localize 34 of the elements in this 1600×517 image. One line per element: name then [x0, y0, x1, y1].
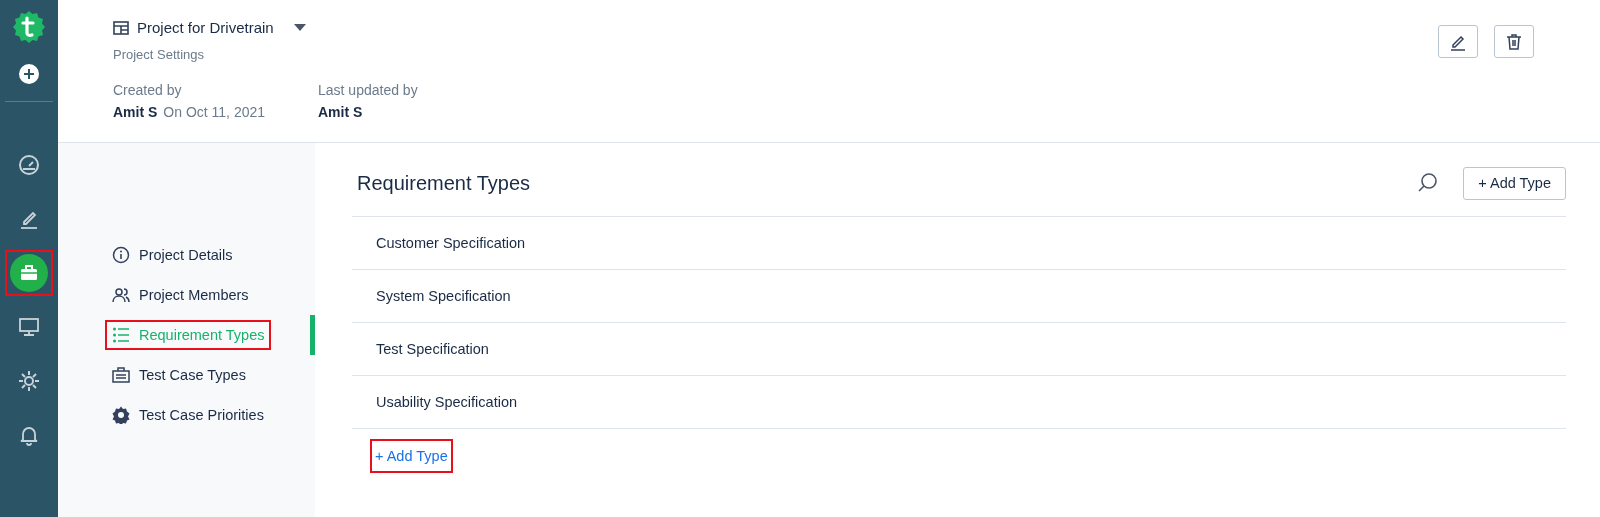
meta-label: Created by: [113, 82, 183, 98]
user-name: Amit S: [113, 104, 158, 120]
section-title: Requirement Types: [357, 171, 532, 195]
bell-icon: [18, 424, 40, 446]
user-name: Amit S: [318, 104, 363, 120]
delete-button[interactable]: [1494, 25, 1534, 58]
edit-button[interactable]: [1438, 25, 1478, 58]
requirement-type-name[interactable]: System Specification: [376, 288, 511, 304]
board-icon: [113, 20, 129, 35]
settings-nav-item[interactable]: Test Case Types: [105, 360, 253, 390]
requirement-type-name[interactable]: Customer Specification: [376, 235, 526, 251]
settings-nav-item[interactable]: Project Details: [105, 240, 240, 270]
page-subtitle: Project Settings: [113, 47, 206, 62]
date-text: On Oct 11, 2021: [163, 104, 266, 120]
people-icon: [112, 286, 130, 304]
search-icon[interactable]: [1416, 172, 1439, 194]
requirement-type-name[interactable]: Usability Specification: [376, 394, 518, 410]
settings-nav-item[interactable]: Project Members: [105, 280, 256, 310]
briefcase-icon: [112, 366, 130, 384]
info-icon: [112, 246, 130, 264]
active-indicator: [310, 315, 315, 355]
settings-nav-item[interactable]: Test Case Priorities: [105, 400, 271, 430]
meta-label: Last updated by: [318, 82, 419, 98]
trash-icon: [1505, 32, 1523, 51]
monitor-icon: [18, 316, 40, 338]
project-name[interactable]: Project for Drivetrain: [137, 19, 274, 36]
add-type-button[interactable]: + Add Type: [1463, 166, 1566, 200]
list-icon: [112, 326, 130, 344]
caret-icon[interactable]: [293, 24, 306, 31]
requirement-type-name[interactable]: Test Specification: [376, 341, 489, 357]
add-icon[interactable]: [19, 64, 39, 84]
add-type-link[interactable]: + Add Type: [370, 439, 453, 473]
gauge-icon: [18, 154, 40, 176]
logo-icon[interactable]: [12, 10, 46, 44]
